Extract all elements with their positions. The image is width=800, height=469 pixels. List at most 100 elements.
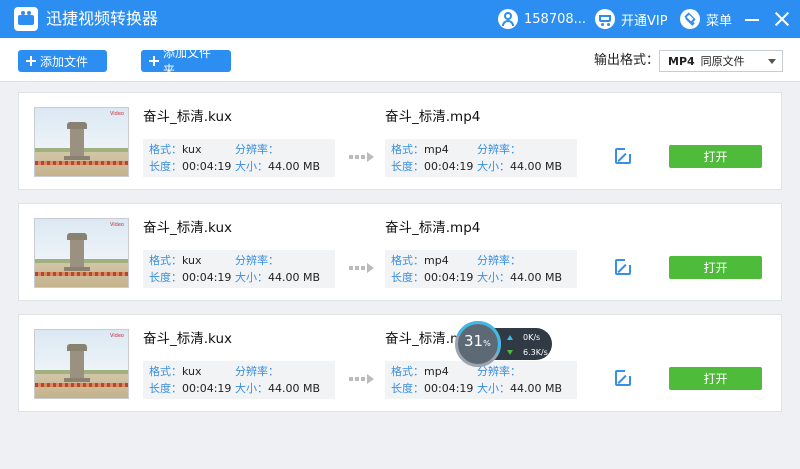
video-thumbnail: Video (34, 107, 129, 177)
format-key: 格式： (149, 254, 182, 267)
menu-button[interactable]: 菜单 (680, 8, 732, 30)
user-icon (498, 9, 518, 29)
resolution-key: 分辨率： (235, 143, 279, 156)
resolution-key: 分辨率： (235, 254, 279, 267)
format-key: 格式： (391, 365, 424, 378)
progress-percent: 31% (464, 332, 491, 353)
download-speed-unit: K/s (535, 347, 548, 357)
open-button[interactable]: 打开 (669, 145, 762, 168)
output-format-select[interactable]: MP4 同原文件 (659, 50, 783, 72)
vip-label: 开通VIP (621, 13, 668, 29)
output-format-option: 同原文件 (700, 55, 745, 68)
progress-percent-unit: % (483, 339, 491, 348)
upload-speed-unit: K/s (528, 332, 541, 342)
plus-icon (149, 56, 159, 66)
plus-icon (26, 56, 36, 66)
add-folder-label: 添加文件夹 (163, 46, 212, 77)
format-key: 格式： (391, 254, 424, 267)
cart-icon (595, 9, 615, 29)
size-key: 大小： (235, 382, 268, 395)
duration-key: 长度： (149, 271, 182, 284)
download-speed-value: 6.3 (523, 347, 536, 357)
resolution-key: 分辨率： (235, 365, 279, 378)
source-duration: 00:04:19 (182, 382, 232, 395)
thumbnail-watermark: Video (109, 333, 124, 339)
speed-progress-widget[interactable]: 31% 0K/s 6.3K/s (455, 321, 552, 367)
duration-key: 长度： (391, 382, 424, 395)
duration-key: 长度： (149, 382, 182, 395)
target-file-name: 奋斗_标清.mp4 (385, 109, 481, 125)
file-item: Video 奋斗_标清.kux 格式：kux 分辨率： 长度：00:04:19 … (18, 314, 782, 412)
close-icon[interactable] (772, 9, 792, 29)
video-thumbnail: Video (34, 218, 129, 288)
app-title: 迅捷视频转换器 (46, 9, 159, 28)
vip-button[interactable]: 开通VIP (595, 8, 668, 30)
size-key: 大小： (235, 160, 268, 173)
source-info: 格式：kux 分辨率： 长度：00:04:19 大小：44.00 MB (143, 361, 335, 399)
source-format: kux (182, 143, 202, 156)
thumbnail-watermark: Video (109, 111, 124, 117)
duration-key: 长度： (391, 271, 424, 284)
edit-icon[interactable] (615, 367, 634, 386)
edit-icon[interactable] (615, 145, 634, 164)
download-arrow-icon (507, 349, 513, 355)
target-size: 44.00 MB (510, 271, 563, 284)
caret-down-icon (768, 59, 776, 64)
target-info: 格式：mp4 分辨率： 长度：00:04:19 大小：44.00 MB (385, 250, 577, 288)
source-format: kux (182, 254, 202, 267)
open-button[interactable]: 打开 (669, 367, 762, 390)
layers-icon (680, 9, 700, 29)
target-duration: 00:04:19 (424, 160, 474, 173)
duration-key: 长度： (391, 160, 424, 173)
source-file-name: 奋斗_标清.kux (143, 331, 232, 347)
add-folder-button[interactable]: 添加文件夹 (141, 46, 231, 77)
resolution-key: 分辨率： (477, 254, 521, 267)
convert-arrow-icon (349, 263, 375, 273)
target-duration: 00:04:19 (424, 271, 474, 284)
edit-icon[interactable] (615, 256, 634, 275)
format-key: 格式： (149, 365, 182, 378)
source-size: 44.00 MB (268, 271, 321, 284)
target-format: mp4 (424, 254, 449, 267)
target-size: 44.00 MB (510, 160, 563, 173)
source-info: 格式：kux 分辨率： 长度：00:04:19 大小：44.00 MB (143, 139, 335, 177)
open-button[interactable]: 打开 (669, 256, 762, 279)
add-file-button[interactable]: 添加文件 (18, 50, 107, 72)
duration-key: 长度： (149, 160, 182, 173)
source-size: 44.00 MB (268, 160, 321, 173)
download-speed: 6.3K/s (507, 346, 548, 358)
target-info: 格式：mp4 分辨率： 长度：00:04:19 大小：44.00 MB (385, 139, 577, 177)
source-size: 44.00 MB (268, 382, 321, 395)
output-format-label: 输出格式： (594, 53, 660, 68)
size-key: 大小： (235, 271, 268, 284)
source-info: 格式：kux 分辨率： 长度：00:04:19 大小：44.00 MB (143, 250, 335, 288)
video-thumbnail: Video (34, 329, 129, 399)
source-file-name: 奋斗_标清.kux (143, 220, 232, 236)
title-bar: 迅捷视频转换器 158708... 开通VIP 菜单 (0, 0, 800, 38)
file-item: Video 奋斗_标清.kux 格式：kux 分辨率： 长度：00:04:19 … (18, 92, 782, 190)
minimize-icon[interactable] (742, 9, 762, 29)
target-file-name: 奋斗_标清.mp4 (385, 220, 481, 236)
toolbar: 添加文件 添加文件夹 输出格式： MP4 同原文件 (0, 38, 800, 82)
format-key: 格式： (391, 143, 424, 156)
target-format: mp4 (424, 365, 449, 378)
file-item: Video 奋斗_标清.kux 格式：kux 分辨率： 长度：00:04:19 … (18, 203, 782, 301)
source-duration: 00:04:19 (182, 271, 232, 284)
format-key: 格式： (149, 143, 182, 156)
user-account[interactable]: 158708... (498, 8, 586, 30)
thumbnail-watermark: Video (109, 222, 124, 228)
source-duration: 00:04:19 (182, 160, 232, 173)
size-key: 大小： (477, 382, 510, 395)
source-format: kux (182, 365, 202, 378)
target-duration: 00:04:19 (424, 382, 474, 395)
upload-arrow-icon (507, 334, 513, 340)
resolution-key: 分辨率： (477, 143, 521, 156)
convert-arrow-icon (349, 374, 375, 384)
menu-label: 菜单 (706, 13, 733, 29)
progress-percent-value: 31 (464, 332, 484, 350)
app-logo-icon (14, 7, 38, 31)
source-file-name: 奋斗_标清.kux (143, 109, 232, 125)
target-size: 44.00 MB (510, 382, 563, 395)
output-format-value: MP4 (668, 54, 695, 68)
add-file-label: 添加文件 (40, 54, 89, 69)
